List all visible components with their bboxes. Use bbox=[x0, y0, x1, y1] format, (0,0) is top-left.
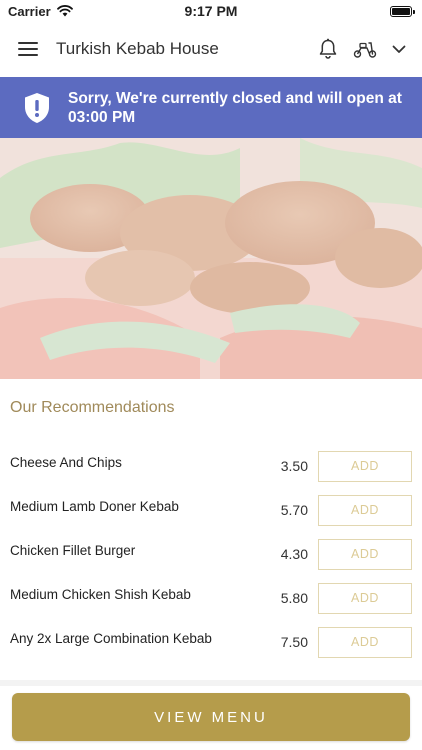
scooter-icon[interactable] bbox=[352, 39, 378, 59]
item-name: Chicken Fillet Burger bbox=[10, 542, 136, 558]
food-photo bbox=[0, 138, 422, 379]
battery-level bbox=[392, 7, 410, 15]
list-item: Chicken Fillet Burger 4.30 ADD bbox=[0, 532, 422, 576]
list-item: Medium Lamb Doner Kebab 5.70 ADD bbox=[0, 488, 422, 532]
add-button[interactable]: ADD bbox=[318, 626, 412, 658]
app-header: Turkish Kebab House bbox=[0, 22, 422, 76]
closed-banner: Sorry, We're currently closed and will o… bbox=[0, 77, 422, 138]
bell-icon[interactable] bbox=[318, 38, 338, 60]
item-price: 5.70 bbox=[280, 502, 308, 518]
item-price: 5.80 bbox=[280, 590, 308, 606]
add-button[interactable]: ADD bbox=[318, 450, 412, 482]
carrier-signal: Carrier bbox=[8, 4, 73, 19]
list-item: Any 2x Large Combination Kebab 7.50 ADD bbox=[0, 620, 422, 664]
closed-message: Sorry, We're currently closed and will o… bbox=[68, 89, 402, 126]
add-button[interactable]: ADD bbox=[318, 582, 412, 614]
item-name: Medium Lamb Doner Kebab bbox=[10, 498, 179, 514]
item-name: Cheese And Chips bbox=[10, 454, 122, 470]
list-item: Medium Chicken Shish Kebab 5.80 ADD bbox=[0, 576, 422, 620]
add-button[interactable]: ADD bbox=[318, 538, 412, 570]
view-menu-button[interactable]: VIEW MENU bbox=[12, 693, 410, 741]
item-name: Any 2x Large Combination Kebab bbox=[10, 630, 212, 646]
list-item: Cheese And Chips 3.50 ADD bbox=[0, 444, 422, 488]
menu-icon[interactable] bbox=[18, 42, 38, 56]
recommendations-heading: Our Recommendations bbox=[10, 399, 175, 416]
header-actions bbox=[318, 38, 406, 60]
wifi-icon bbox=[56, 5, 73, 17]
restaurant-title: Turkish Kebab House bbox=[56, 39, 219, 58]
shield-alert-icon bbox=[25, 92, 49, 123]
chevron-down-icon[interactable] bbox=[392, 44, 406, 54]
item-price: 4.30 bbox=[280, 546, 308, 562]
item-price: 3.50 bbox=[280, 458, 308, 474]
carrier-label: Carrier bbox=[8, 3, 51, 19]
recommendations-list: Cheese And Chips 3.50 ADD Medium Lamb Do… bbox=[0, 444, 422, 664]
battery-icon bbox=[390, 5, 415, 17]
item-name: Medium Chicken Shish Kebab bbox=[10, 586, 191, 602]
item-price: 7.50 bbox=[280, 634, 308, 650]
add-button[interactable]: ADD bbox=[318, 494, 412, 526]
status-bar: Carrier 9:17 PM bbox=[0, 0, 422, 22]
